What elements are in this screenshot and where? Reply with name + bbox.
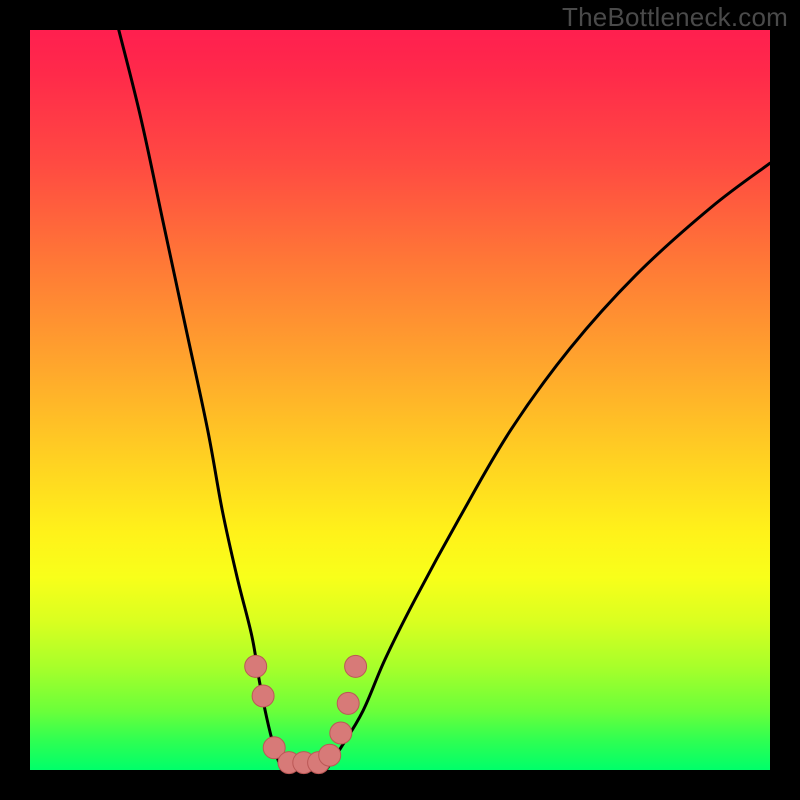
highlight-dot: [337, 692, 359, 714]
chart-svg: [30, 30, 770, 770]
highlight-dot: [319, 744, 341, 766]
curve-right-branch: [326, 163, 770, 770]
highlight-dot: [330, 722, 352, 744]
highlight-dot: [345, 655, 367, 677]
marker-group: [245, 655, 367, 773]
watermark-text: TheBottleneck.com: [562, 2, 788, 33]
highlight-dot: [252, 685, 274, 707]
highlight-dot: [245, 655, 267, 677]
chart-stage: TheBottleneck.com: [0, 0, 800, 800]
